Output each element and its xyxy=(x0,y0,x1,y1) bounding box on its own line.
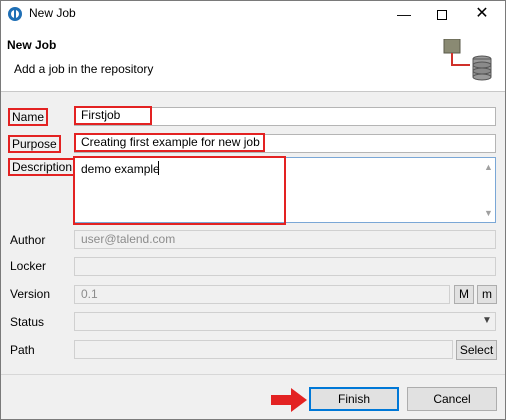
select-path-button[interactable]: Select xyxy=(456,340,497,360)
path-field xyxy=(74,340,453,359)
minor-version-button[interactable]: m xyxy=(477,285,497,304)
cancel-button[interactable]: Cancel xyxy=(407,387,497,411)
status-label: Status xyxy=(10,315,45,329)
job-repository-icon xyxy=(443,39,492,81)
name-label: Name xyxy=(8,108,49,126)
title-bar: New Job — ✕ xyxy=(1,1,505,27)
version-field: 0.1 xyxy=(74,285,450,304)
status-select[interactable] xyxy=(74,312,496,331)
red-arrow-icon xyxy=(271,388,307,412)
close-icon[interactable]: ✕ xyxy=(465,1,499,27)
scroll-down-icon[interactable]: ▼ xyxy=(484,208,493,218)
chevron-down-icon[interactable]: ▼ xyxy=(482,315,492,326)
description-label: Description xyxy=(8,158,77,176)
name-value[interactable]: Firstjob xyxy=(74,106,152,125)
separator xyxy=(1,374,505,375)
path-label: Path xyxy=(10,343,35,357)
version-label: Version xyxy=(10,287,51,301)
talend-app-icon xyxy=(8,7,22,21)
locker-label: Locker xyxy=(10,259,47,273)
description-value[interactable]: demo example xyxy=(81,162,160,176)
maximize-icon[interactable] xyxy=(425,1,459,27)
purpose-value[interactable]: Creating first example for new job xyxy=(74,133,265,152)
purpose-label: Purpose xyxy=(8,135,61,153)
minimize-icon[interactable]: — xyxy=(387,1,421,27)
new-job-dialog: New Job — ✕ New Job Add a job in the rep… xyxy=(0,0,506,420)
finish-button[interactable]: Finish xyxy=(309,387,399,411)
header-title: New Job xyxy=(7,38,57,52)
author-field: user@talend.com xyxy=(74,230,496,249)
scroll-up-icon[interactable]: ▲ xyxy=(484,162,493,172)
major-version-button[interactable]: M xyxy=(454,285,474,304)
header-subtitle: Add a job in the repository xyxy=(14,62,154,76)
window-title: New Job xyxy=(29,6,76,20)
dialog-header: New Job Add a job in the repository xyxy=(1,27,505,92)
locker-field xyxy=(74,257,496,276)
text-caret xyxy=(158,161,159,175)
author-label: Author xyxy=(10,233,46,247)
